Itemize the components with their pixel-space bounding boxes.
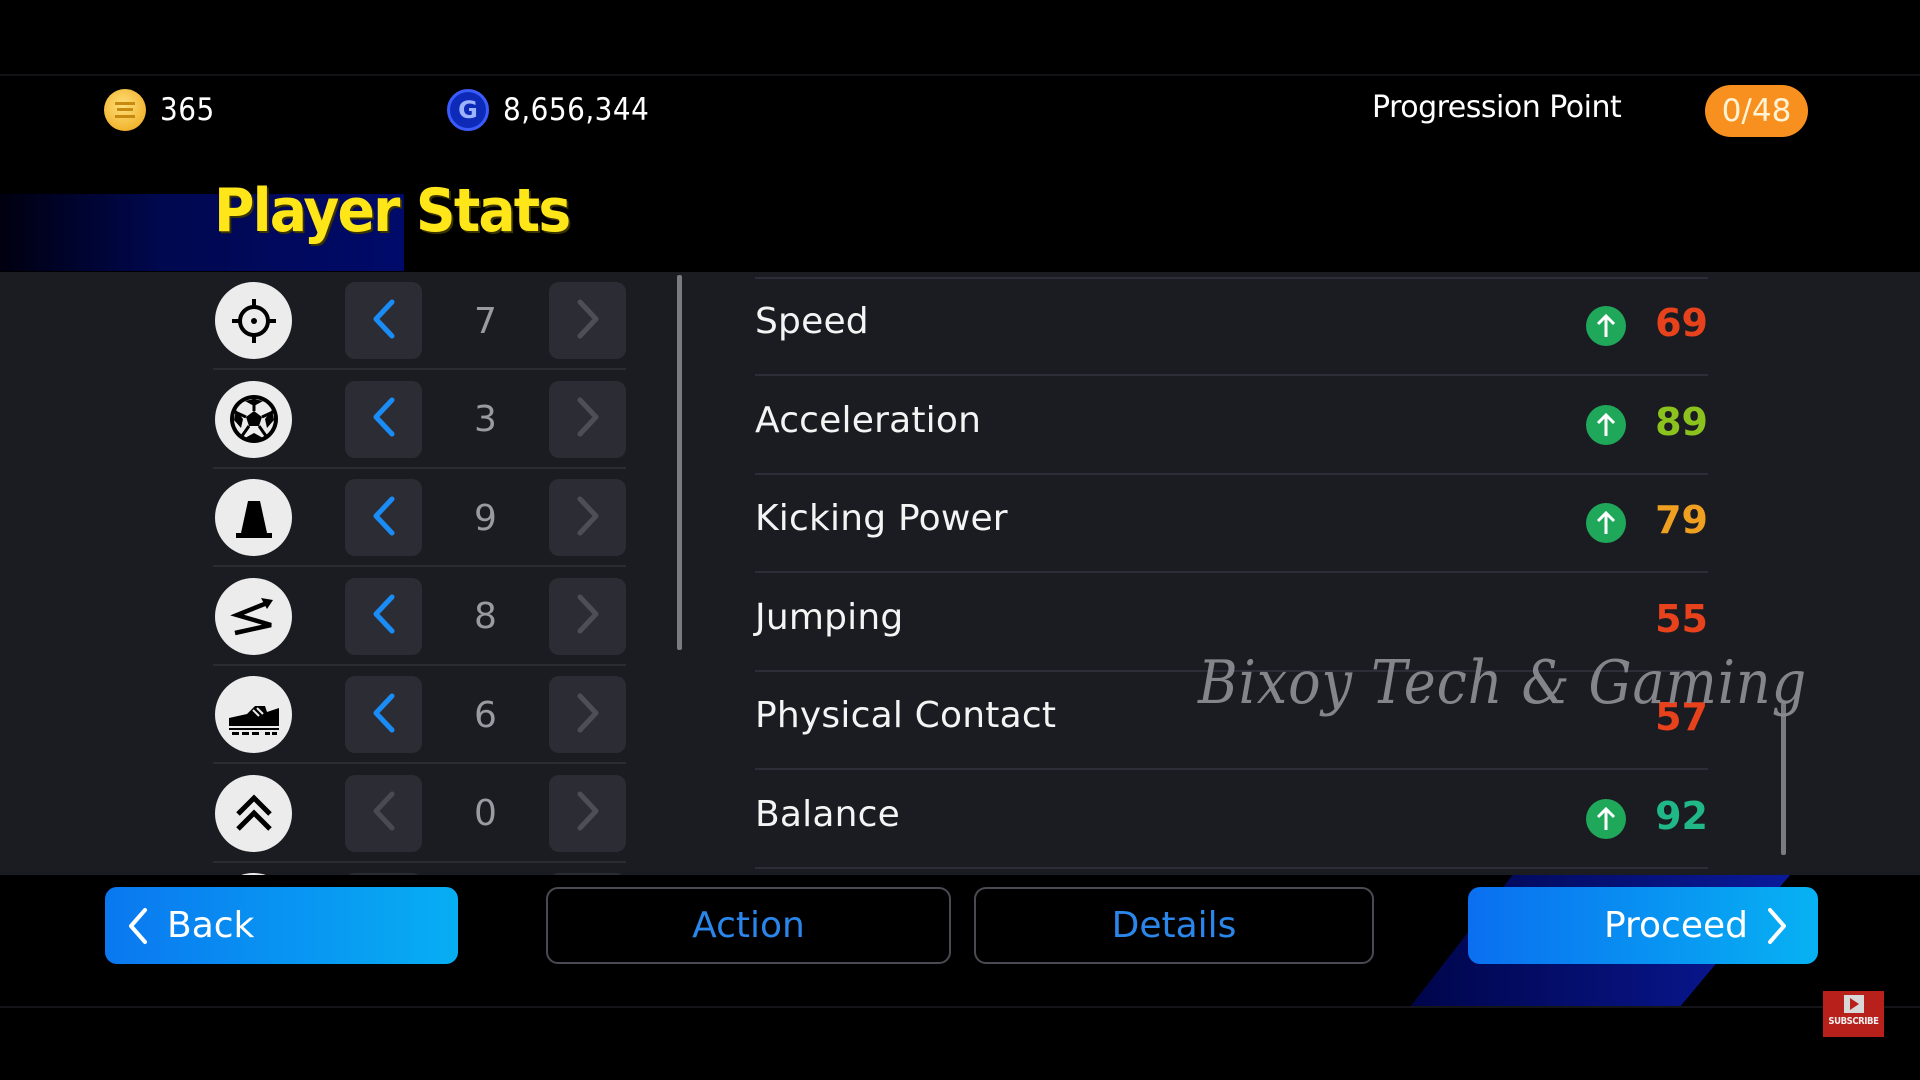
- category-row: 7: [213, 272, 626, 370]
- stat-value: 79: [1655, 498, 1708, 542]
- stat-value: 92: [1655, 793, 1708, 838]
- category-level: 9: [474, 497, 497, 539]
- action-button-label: Action: [692, 905, 805, 946]
- progression-point-label: Progression Point: [1372, 90, 1622, 125]
- chevron-left-icon: [371, 692, 397, 738]
- arrow-up-icon: [1586, 798, 1626, 839]
- category-level: 0: [474, 793, 497, 834]
- chevron-right-icon: [575, 396, 601, 442]
- decrease-level-button[interactable]: [345, 282, 422, 359]
- stat-label: Balance: [755, 793, 900, 835]
- chevron-right-icon: [575, 790, 601, 836]
- category-level: 8: [474, 596, 497, 637]
- increase-level-button[interactable]: [549, 479, 626, 556]
- stat-value: 89: [1655, 399, 1708, 444]
- increase-level-button[interactable]: [549, 676, 626, 753]
- progression-point-badge: 0/48: [1705, 85, 1808, 137]
- training-cone-icon: [215, 479, 292, 556]
- category-level: 7: [474, 300, 497, 342]
- stat-label: Acceleration: [755, 399, 982, 441]
- chevron-left-icon: [371, 396, 397, 442]
- category-row: 0: [213, 765, 626, 863]
- gold-coin-icon: [104, 89, 146, 131]
- category-icon: [215, 873, 292, 875]
- stat-row: Kicking Power 79: [755, 474, 1708, 573]
- chevron-left-icon: [129, 907, 147, 944]
- stat-label: Kicking Power: [755, 498, 1008, 539]
- arrow-up-icon: [1586, 306, 1626, 346]
- stat-row: Balance 92: [755, 770, 1708, 869]
- decrease-level-button[interactable]: [345, 873, 422, 875]
- row-divider: [755, 866, 1708, 869]
- back-button-label: Back: [167, 905, 255, 946]
- football-boot-icon: [215, 676, 292, 753]
- chevron-left-icon: [371, 593, 397, 639]
- stat-label: Speed: [755, 301, 869, 342]
- stat-value: 55: [1655, 596, 1708, 641]
- chevron-right-icon: [575, 298, 601, 344]
- action-button[interactable]: Action: [546, 887, 951, 964]
- decrease-level-button[interactable]: [345, 380, 422, 458]
- arrow-up-icon: [1586, 404, 1626, 445]
- increase-level-button[interactable]: [549, 873, 626, 875]
- chevron-right-icon: [575, 593, 601, 639]
- stat-label: Physical Contact: [755, 695, 1057, 736]
- proceed-button-label: Proceed: [1603, 905, 1748, 946]
- category-row: 3: [213, 371, 626, 469]
- crosshair-icon: [215, 282, 292, 359]
- row-divider: [755, 277, 1708, 279]
- decrease-level-button[interactable]: [345, 479, 422, 556]
- stat-list-scrollbar[interactable]: [1781, 703, 1786, 855]
- watermark: Bixoy Tech & Gaming: [1198, 648, 1808, 718]
- zigzag-arrow-icon: [215, 577, 292, 655]
- chevron-right-icon: [575, 495, 601, 541]
- bottom-divider: [0, 1006, 1920, 1008]
- play-icon: [1843, 995, 1864, 1013]
- back-button[interactable]: Back: [105, 887, 458, 964]
- arrow-up-icon: [1586, 503, 1626, 543]
- gp-balance: G 8,656,344: [447, 88, 649, 132]
- proceed-button[interactable]: Proceed: [1468, 887, 1818, 964]
- decrease-level-button[interactable]: [345, 774, 422, 852]
- chevron-right-icon: [575, 692, 601, 738]
- category-row-partial: [213, 863, 626, 875]
- increase-level-button[interactable]: [549, 282, 626, 359]
- increase-level-button[interactable]: [549, 380, 626, 458]
- ecoin-value: 365: [160, 92, 215, 128]
- stat-label: Jumping: [755, 596, 904, 638]
- category-row: 8: [213, 568, 626, 666]
- subscribe-text: SUBSCRIBE: [1828, 1016, 1879, 1027]
- category-list-scrollbar[interactable]: [677, 275, 682, 650]
- chevron-right-icon: [1768, 907, 1786, 944]
- increase-level-button[interactable]: [549, 774, 626, 852]
- gp-coin-icon: G: [447, 89, 489, 131]
- category-row: 9: [213, 469, 626, 567]
- chevron-left-icon: [371, 790, 397, 836]
- category-level: 3: [474, 399, 497, 440]
- stats-panel: 7 3 9 8 6 0 Speed 69 Acceleration 89 Kicking Powe…: [0, 272, 1920, 875]
- details-button-label: Details: [1111, 905, 1237, 946]
- gp-value: 8,656,344: [503, 92, 650, 128]
- subscribe-badge[interactable]: SUBSCRIBE: [1823, 991, 1884, 1037]
- decrease-level-button[interactable]: [345, 577, 422, 655]
- stat-row: Speed 69: [755, 277, 1708, 376]
- soccer-ball-icon: [215, 380, 292, 458]
- category-level: 6: [474, 694, 497, 736]
- details-button[interactable]: Details: [974, 887, 1374, 964]
- stat-row: Acceleration 89: [755, 376, 1708, 475]
- category-row: 6: [213, 666, 626, 764]
- ecoin-balance: 365: [104, 88, 215, 132]
- chevron-left-icon: [371, 495, 397, 541]
- increase-level-button[interactable]: [549, 577, 626, 655]
- double-chevron-up-icon: [215, 774, 292, 852]
- page-title: Player Stats: [214, 176, 571, 246]
- chevron-left-icon: [371, 298, 397, 344]
- decrease-level-button[interactable]: [345, 676, 422, 753]
- stat-value: 69: [1655, 301, 1708, 345]
- top-divider: [0, 74, 1920, 76]
